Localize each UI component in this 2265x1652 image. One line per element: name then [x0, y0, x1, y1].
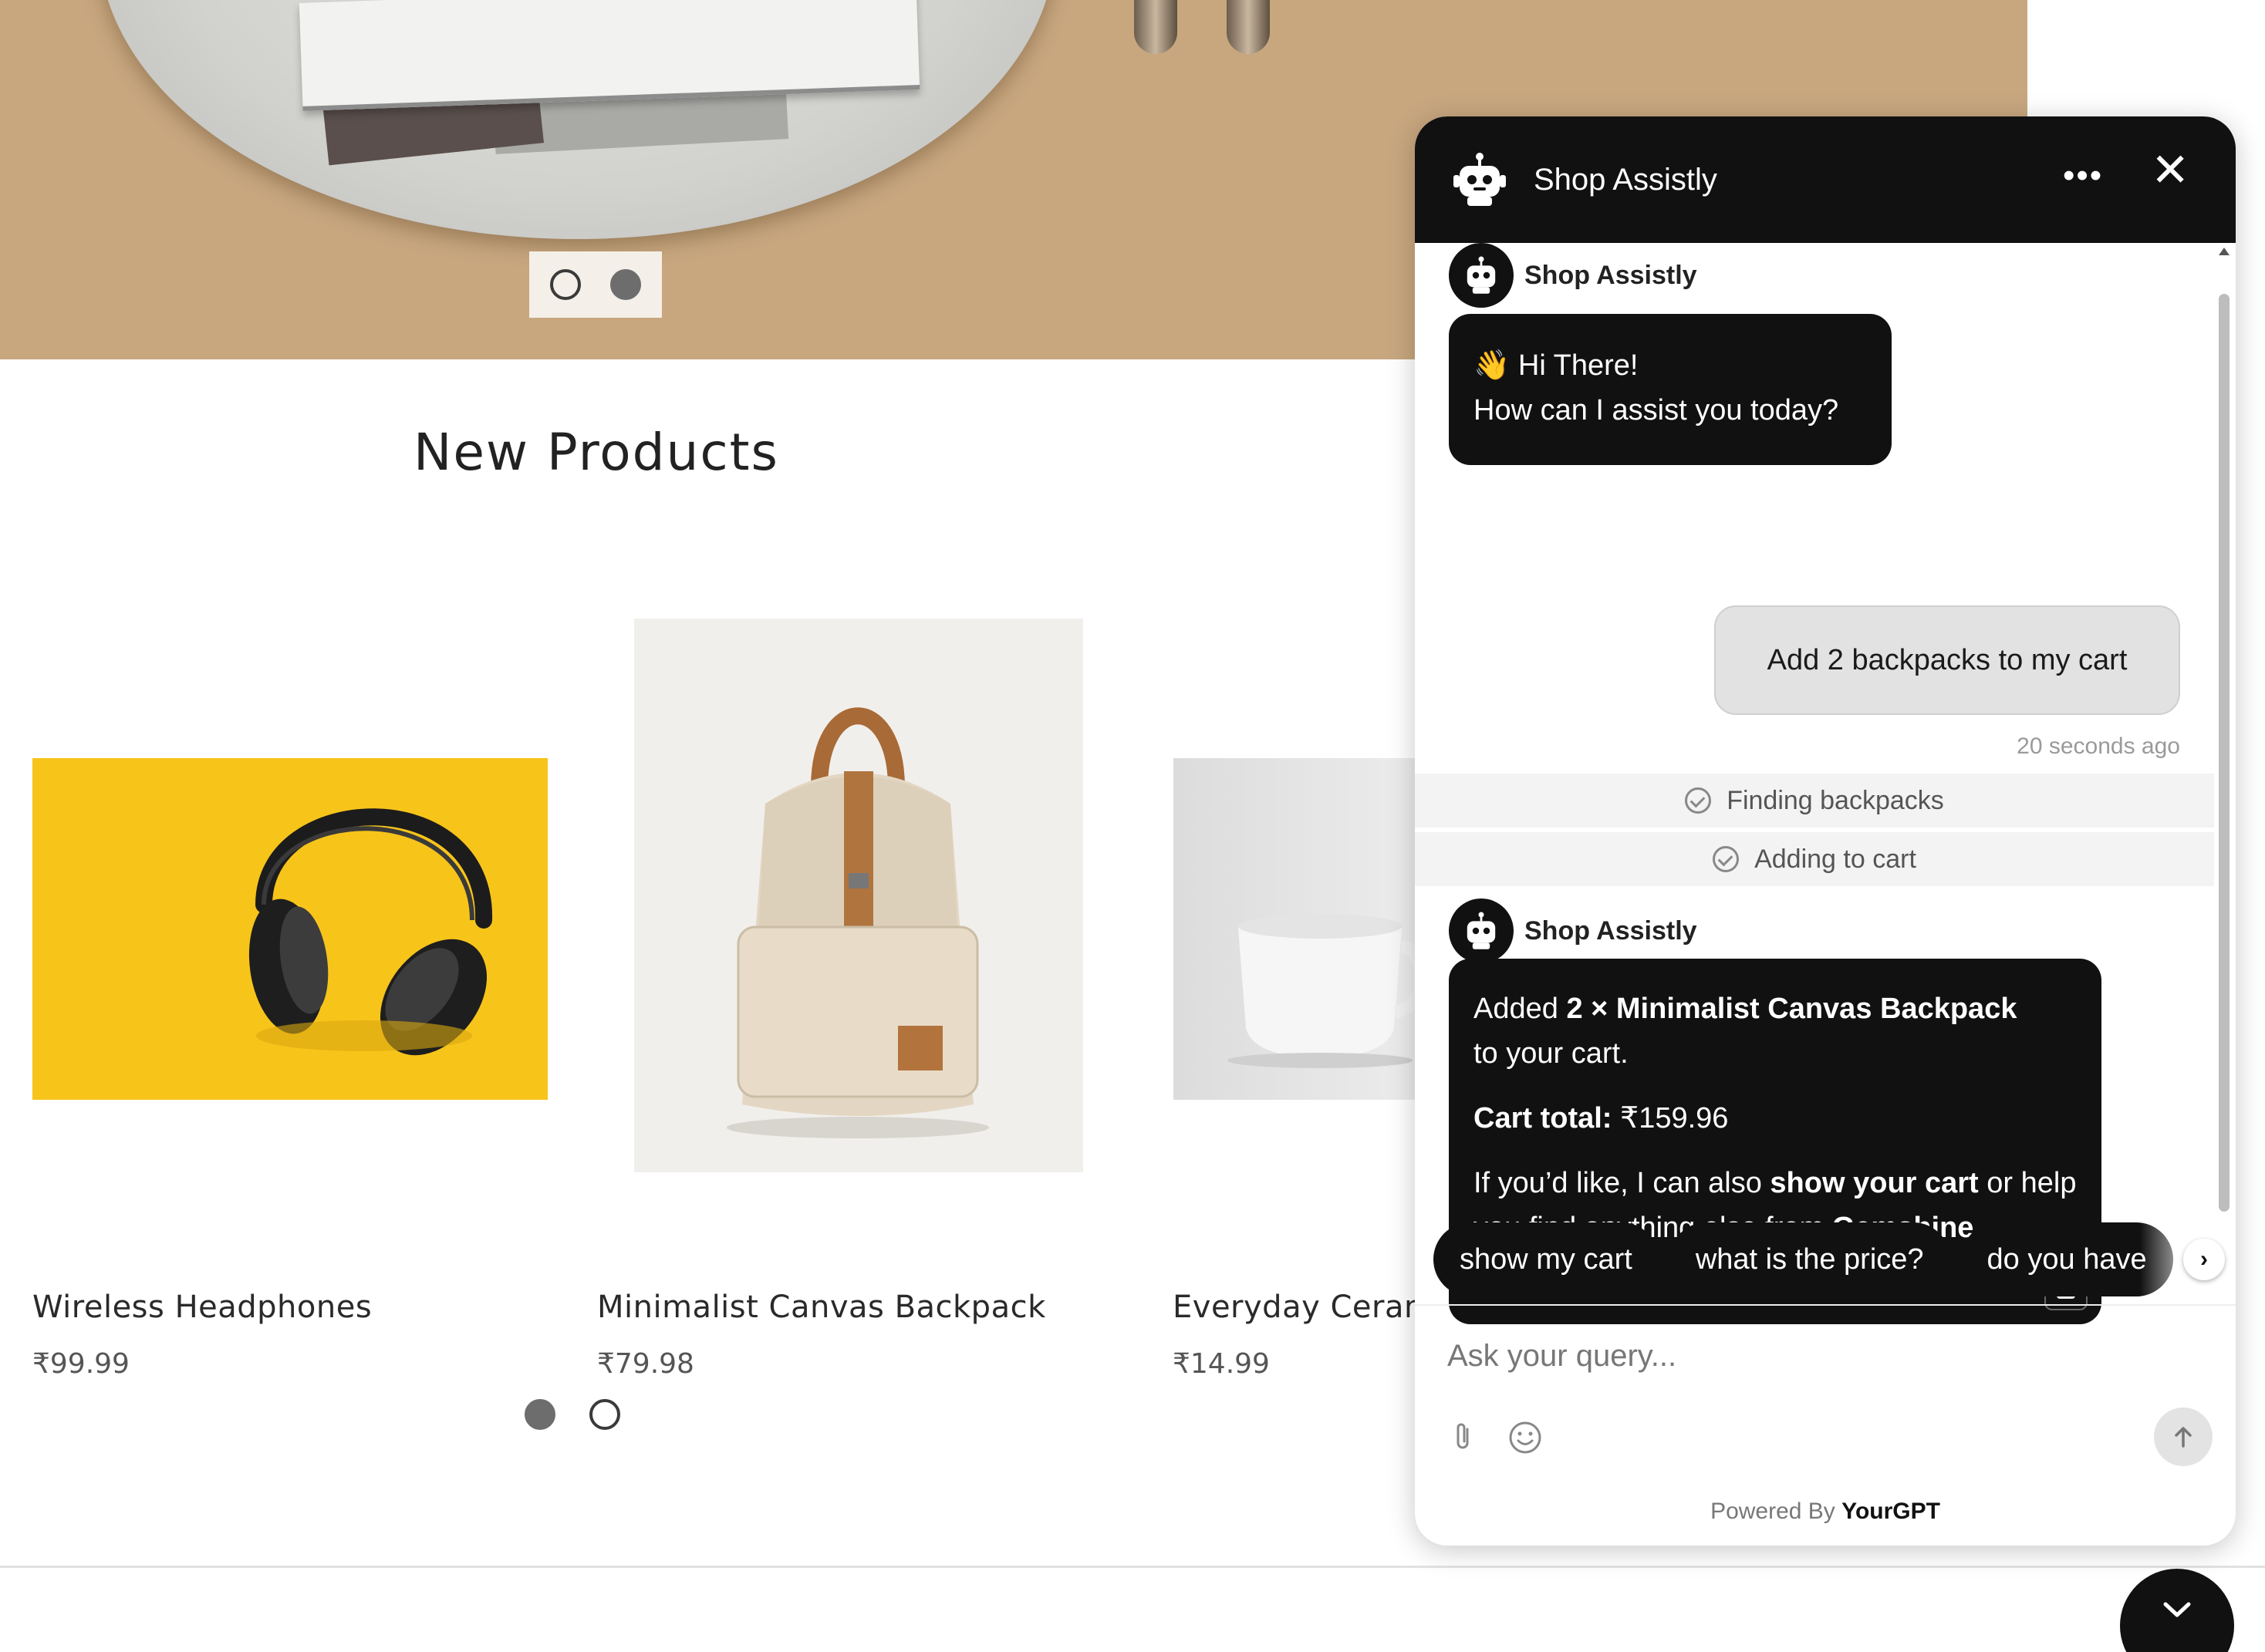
send-arrow-icon[interactable]: [2154, 1408, 2213, 1466]
product-image-mug[interactable]: [1173, 758, 1420, 1100]
more-horizontal-icon[interactable]: •••: [2063, 157, 2103, 195]
product-name[interactable]: Everyday Ceram: [1173, 1290, 1434, 1325]
chat-messages: Shop Assistly 👋 Hi There! How can I assi…: [1415, 243, 2236, 1324]
hero-carousel-dots: [529, 251, 662, 318]
user-message-bubble: Add 2 backpacks to my cart: [1714, 605, 2180, 715]
bot-sender-row: Shop Assistly: [1449, 243, 1697, 308]
product-dot-1[interactable]: [525, 1399, 555, 1430]
chat-scrollbar[interactable]: [2219, 294, 2230, 1212]
hero-dot-2[interactable]: [610, 269, 641, 300]
bot-name: Shop Assistly: [1524, 915, 1697, 946]
product-price: ₹79.98: [597, 1348, 694, 1380]
chevron-down-icon: [2163, 1602, 2191, 1617]
wave-emoji: 👋: [1473, 349, 1511, 382]
message-timestamp: 20 seconds ago: [2017, 733, 2180, 759]
chat-toggle-button[interactable]: [2120, 1569, 2234, 1652]
hero-peg: [1134, 0, 1177, 54]
check-circle-icon: [1685, 787, 1712, 814]
footer-divider: [0, 1566, 2265, 1568]
product-name[interactable]: Minimalist Canvas Backpack: [597, 1290, 1046, 1325]
reply-added: Added 2 × Minimalist Canvas Backpack: [1473, 993, 2017, 1025]
check-circle-icon: [1713, 846, 1740, 872]
scroll-up-arrow-icon[interactable]: [2219, 248, 2230, 255]
composer-divider: [1415, 1304, 2236, 1306]
product-image-backpack[interactable]: [634, 619, 1083, 1172]
product-name[interactable]: Wireless Headphones: [32, 1290, 372, 1325]
powered-by-prefix: Powered By: [1710, 1499, 1835, 1524]
powered-by: Powered By YourGPT: [1415, 1499, 2236, 1525]
tool-step: Adding to cart: [1415, 832, 2214, 886]
suggestion-chips: show my cart what is the price? do you h…: [1433, 1222, 2173, 1296]
chat-widget: Shop Assistly ••• ✕ Shop Assistly 👋 Hi T…: [1415, 116, 2236, 1546]
powered-by-brand[interactable]: YourGPT: [1841, 1499, 1940, 1524]
bot-avatar-icon: [1449, 898, 1514, 963]
product-price: ₹14.99: [1173, 1348, 1270, 1380]
bot-sender-row: Shop Assistly: [1449, 898, 1697, 963]
reply-added-suffix: to your cart.: [1473, 1037, 1629, 1070]
hero-peg: [1227, 0, 1270, 54]
chevron-right-icon[interactable]: ›: [2183, 1239, 2225, 1280]
product-image-headphones[interactable]: [32, 758, 548, 1100]
reply-cart-total: Cart total: ₹159.96: [1473, 1102, 1729, 1134]
tool-step: Finding backpacks: [1415, 774, 2214, 828]
bot-avatar-icon: [1449, 243, 1514, 308]
bot-icon: [1449, 149, 1511, 211]
tool-step-label: Finding backpacks: [1727, 785, 1944, 815]
product-dot-2[interactable]: [589, 1399, 620, 1430]
section-title: New Products: [414, 423, 779, 482]
product-price: ₹99.99: [32, 1348, 130, 1380]
hero-dot-1[interactable]: [550, 269, 581, 300]
product-carousel-dots: [525, 1399, 620, 1430]
emoji-icon[interactable]: [1507, 1420, 1543, 1455]
suggestion-chip[interactable]: show my cart: [1433, 1222, 1659, 1296]
close-icon[interactable]: ✕: [2151, 147, 2189, 194]
paperclip-icon[interactable]: [1447, 1420, 1481, 1454]
chat-title: Shop Assistly: [1534, 162, 1717, 197]
chat-header: Shop Assistly ••• ✕: [1415, 116, 2236, 243]
query-input[interactable]: [1447, 1329, 2142, 1383]
bot-greeting-bubble: 👋 Hi There! How can I assist you today?: [1449, 314, 1892, 465]
bot-name: Shop Assistly: [1524, 260, 1697, 290]
suggestion-chip[interactable]: what is the price?: [1669, 1222, 1950, 1296]
greeting-line: How can I assist you today?: [1473, 394, 1839, 426]
greeting-line: Hi There!: [1517, 349, 1639, 382]
tool-step-label: Adding to cart: [1754, 844, 1916, 874]
